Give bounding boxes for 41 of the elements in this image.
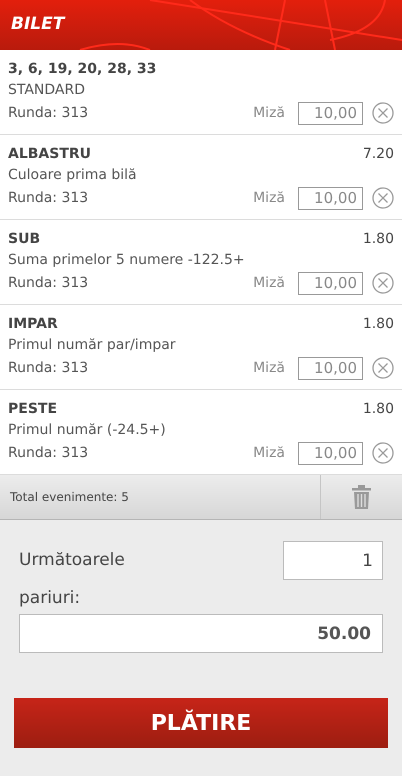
bet-selection: IMPAR	[8, 315, 58, 334]
stake-label: Miză	[253, 188, 285, 208]
round-label: Runda: 313	[8, 358, 88, 378]
stake-label: Miză	[253, 444, 285, 462]
bet-market: Suma primelor 5 numere -122.5+	[8, 251, 246, 270]
stake-label: Miză	[253, 358, 285, 378]
bet-market: Culoare prima bilă	[8, 166, 138, 185]
bet-odds: 1.80	[362, 400, 394, 419]
bet-market: Primul număr (-24.5+)	[8, 421, 167, 440]
remove-icon[interactable]	[372, 187, 394, 209]
stake-label: Miză	[253, 274, 285, 292]
round-label: Runda: 313	[8, 444, 88, 462]
events-total: Total evenimente: 5	[10, 489, 129, 506]
next-bets-input[interactable]: 1	[283, 541, 383, 580]
pay-button[interactable]: PLĂTIRE	[14, 698, 388, 748]
round-label: Runda: 313	[8, 188, 88, 208]
stake-input[interactable]: 10,00	[298, 102, 363, 124]
stake-input[interactable]: 10,00	[298, 356, 363, 380]
bet-selection: 3, 6, 19, 20, 28, 33	[8, 60, 156, 79]
stake-label: Miză	[253, 104, 285, 122]
stake-input[interactable]: 10,00	[298, 442, 363, 464]
bet-market: Primul număr par/impar	[8, 336, 177, 355]
remove-icon[interactable]	[372, 442, 394, 464]
bet-market: STANDARD	[8, 81, 86, 100]
bet-selection: ALBASTRU	[8, 145, 92, 164]
amount-input[interactable]: 50.00	[19, 614, 383, 653]
ticket-title: BILET	[11, 13, 64, 36]
stake-input[interactable]: 10,00	[298, 186, 363, 210]
round-label: Runda: 313	[8, 104, 88, 122]
bet-selection: SUB	[8, 230, 40, 249]
trash-icon	[352, 485, 371, 509]
round-label: Runda: 313	[8, 274, 88, 292]
remove-icon[interactable]	[372, 102, 394, 124]
bet-odds: 1.80	[362, 230, 394, 249]
bet-selection: PESTE	[8, 400, 58, 419]
bet-odds: 7.20	[362, 145, 394, 164]
stake-input[interactable]: 10,00	[298, 272, 363, 294]
remove-icon[interactable]	[372, 357, 394, 379]
remove-icon[interactable]	[372, 272, 394, 294]
next-bets-label: Următoarele pariuri:	[19, 549, 126, 610]
bet-odds: 1.80	[362, 315, 394, 334]
